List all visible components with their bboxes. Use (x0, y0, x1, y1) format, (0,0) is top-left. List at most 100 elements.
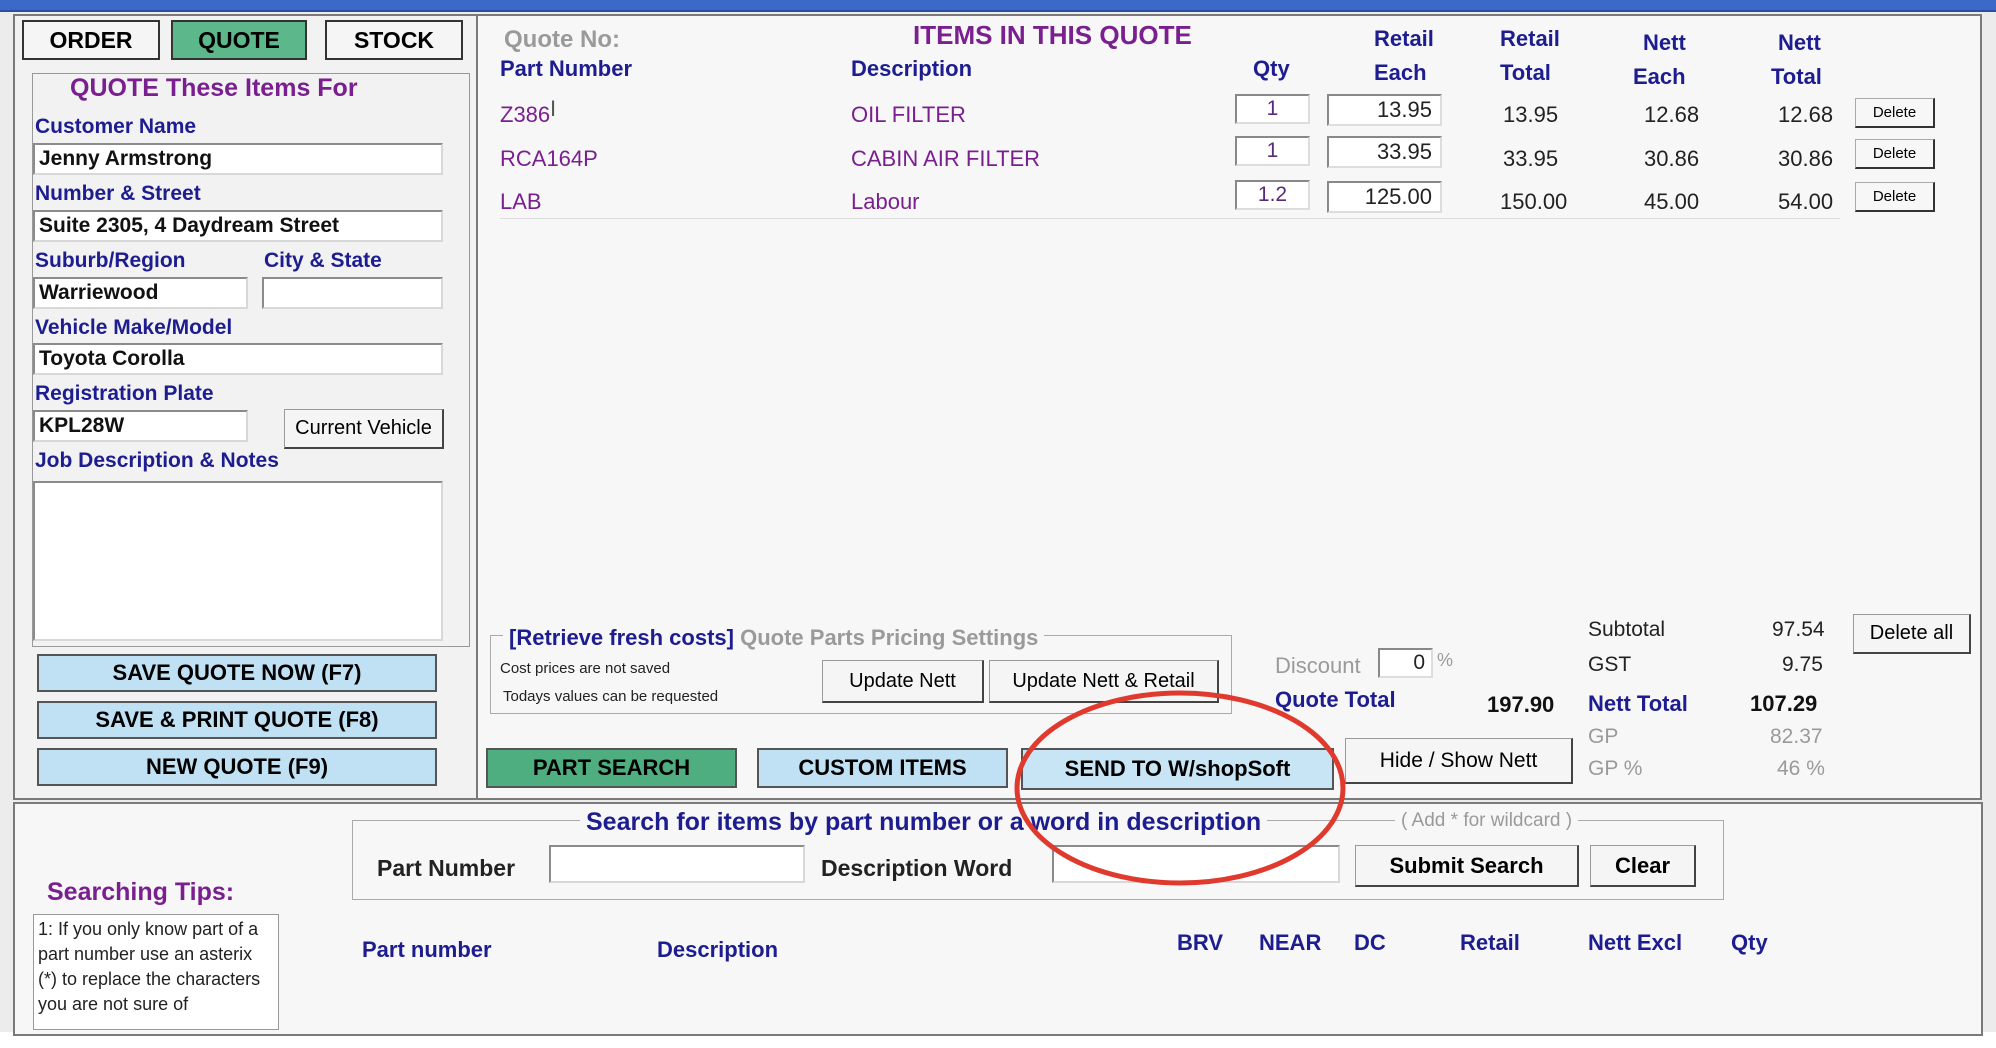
retrieve-fresh-costs-link[interactable]: [Retrieve fresh costs] (509, 625, 734, 650)
customer-name-field[interactable]: Jenny Armstrong (33, 143, 443, 175)
pricing-note-2: Todays values can be requested (503, 688, 719, 705)
city-label: City & State (264, 249, 382, 272)
title-bar (0, 0, 1996, 12)
highlight-ellipse (1014, 690, 1346, 886)
highlight-circle-annotation (1014, 690, 1346, 886)
table-divider (500, 218, 1840, 219)
searching-tips-heading: Searching Tips: (47, 878, 235, 906)
gst-value: 9.75 (1782, 653, 1823, 676)
delete-item-button[interactable]: Delete (1855, 98, 1935, 128)
gp-pct-label: GP % (1588, 757, 1643, 780)
header-nett-each-1: Nett (1643, 30, 1686, 55)
item-nett-total: 12.68 (1778, 102, 1834, 127)
part-search-button[interactable]: PART SEARCH (486, 748, 737, 788)
discount-field[interactable]: 0 (1378, 648, 1433, 678)
clear-search-button[interactable]: Clear (1590, 845, 1696, 887)
item-nett-total: 30.86 (1778, 146, 1834, 171)
results-header-desc: Description (657, 937, 779, 962)
gp-label: GP (1588, 725, 1619, 748)
street-field[interactable]: Suite 2305, 4 Daydream Street (33, 210, 443, 242)
header-retail-total-1: Retail (1500, 26, 1560, 51)
quote-items-title: ITEMS IN THIS QUOTE (913, 20, 1192, 50)
discount-label: Discount (1275, 653, 1361, 678)
header-nett-total-1: Nett (1778, 30, 1821, 55)
item-retail-each-field[interactable]: 125.00 (1327, 181, 1442, 213)
quote-no-label: Quote No: (504, 26, 620, 53)
gst-label: GST (1588, 653, 1632, 676)
item-part-number[interactable]: Z386 (500, 102, 550, 128)
rego-label: Registration Plate (35, 382, 214, 405)
results-header-retail: Retail (1460, 930, 1520, 955)
item-nett-each: 30.86 (1644, 146, 1700, 171)
custom-items-button[interactable]: CUSTOM ITEMS (757, 748, 1008, 788)
item-qty-field[interactable]: 1 (1235, 94, 1310, 124)
item-qty-field[interactable]: 1.2 (1235, 180, 1310, 210)
nett-total-value: 107.29 (1750, 691, 1818, 716)
current-vehicle-button[interactable]: Current Vehicle (284, 409, 444, 449)
header-nett-total-2: Total (1771, 64, 1822, 89)
search-part-number-input[interactable] (549, 845, 805, 883)
tab-quote[interactable]: QUOTE (171, 20, 307, 60)
header-retail-each-2: Each (1374, 60, 1427, 85)
quote-total-value: 197.90 (1487, 692, 1555, 717)
item-description: Labour (851, 189, 920, 214)
header-part-number: Part Number (500, 56, 633, 81)
item-nett-each: 12.68 (1644, 102, 1700, 127)
notes-label: Job Description & Notes (35, 449, 279, 472)
gp-pct-value: 46 % (1777, 757, 1825, 780)
nett-total-label: Nett Total (1588, 691, 1688, 716)
wildcard-hint: ( Add * for wildcard ) (1395, 810, 1579, 832)
city-field[interactable] (262, 277, 443, 309)
customer-heading: QUOTE These Items For (70, 74, 358, 102)
search-desc-label: Description Word (821, 855, 1013, 881)
delete-item-button[interactable]: Delete (1855, 139, 1935, 169)
hide-show-nett-button[interactable]: Hide / Show Nett (1345, 738, 1573, 784)
header-qty: Qty (1253, 56, 1290, 81)
suburb-label: Suburb/Region (35, 249, 186, 272)
update-nett-button[interactable]: Update Nett (822, 660, 984, 703)
discount-unit: % (1437, 650, 1454, 670)
item-description: OIL FILTER (851, 102, 966, 127)
rego-field[interactable]: KPL28W (33, 410, 248, 442)
customer-name-label: Customer Name (35, 115, 197, 138)
item-description: CABIN AIR FILTER (851, 146, 1041, 171)
header-nett-each-2: Each (1633, 64, 1686, 89)
item-retail-total: 150.00 (1500, 189, 1568, 214)
header-retail-total-2: Total (1500, 60, 1551, 85)
item-retail-each-field[interactable]: 33.95 (1327, 136, 1442, 168)
pricing-note-1: Cost prices are not saved (500, 660, 671, 677)
street-label: Number & Street (35, 182, 201, 205)
search-part-label: Part Number (377, 855, 516, 881)
tab-stock[interactable]: STOCK (325, 20, 463, 60)
item-nett-each: 45.00 (1644, 189, 1700, 214)
item-part-number[interactable]: RCA164P (500, 146, 598, 172)
submit-search-button[interactable]: Submit Search (1355, 845, 1579, 887)
results-header-qty: Qty (1731, 930, 1768, 955)
save-print-quote-button[interactable]: SAVE & PRINT QUOTE (F8) (37, 701, 437, 739)
delete-all-button[interactable]: Delete all (1853, 614, 1971, 654)
results-header-brv: BRV (1177, 930, 1224, 955)
header-description: Description (851, 56, 973, 81)
item-qty-field[interactable]: 1 (1235, 136, 1310, 166)
subtotal-label: Subtotal (1588, 618, 1666, 641)
new-quote-button[interactable]: NEW QUOTE (F9) (37, 748, 437, 786)
text-cursor-icon: I (550, 96, 557, 121)
delete-item-button[interactable]: Delete (1855, 182, 1935, 212)
item-retail-each-field[interactable]: 13.95 (1327, 94, 1442, 126)
results-header-dc: DC (1354, 930, 1386, 955)
results-header-part: Part number (362, 937, 492, 962)
notes-field[interactable] (33, 481, 443, 641)
results-header-nett: Nett Excl (1588, 930, 1683, 955)
save-quote-button[interactable]: SAVE QUOTE NOW (F7) (37, 654, 437, 692)
tab-order[interactable]: ORDER (22, 20, 160, 60)
gp-value: 82.37 (1770, 725, 1823, 748)
item-part-number[interactable]: LAB (500, 189, 542, 215)
suburb-field[interactable]: Warriewood (33, 277, 248, 309)
header-retail-each-1: Retail (1374, 26, 1434, 51)
searching-tips-text: 1: If you only know part of a part numbe… (33, 914, 279, 1030)
vehicle-field[interactable]: Toyota Corolla (33, 343, 443, 375)
vehicle-label: Vehicle Make/Model (35, 316, 233, 339)
item-retail-total: 13.95 (1503, 102, 1559, 127)
app-window: ORDER QUOTE STOCK QUOTE These Items For … (0, 0, 1996, 1036)
item-nett-total: 54.00 (1778, 189, 1834, 214)
